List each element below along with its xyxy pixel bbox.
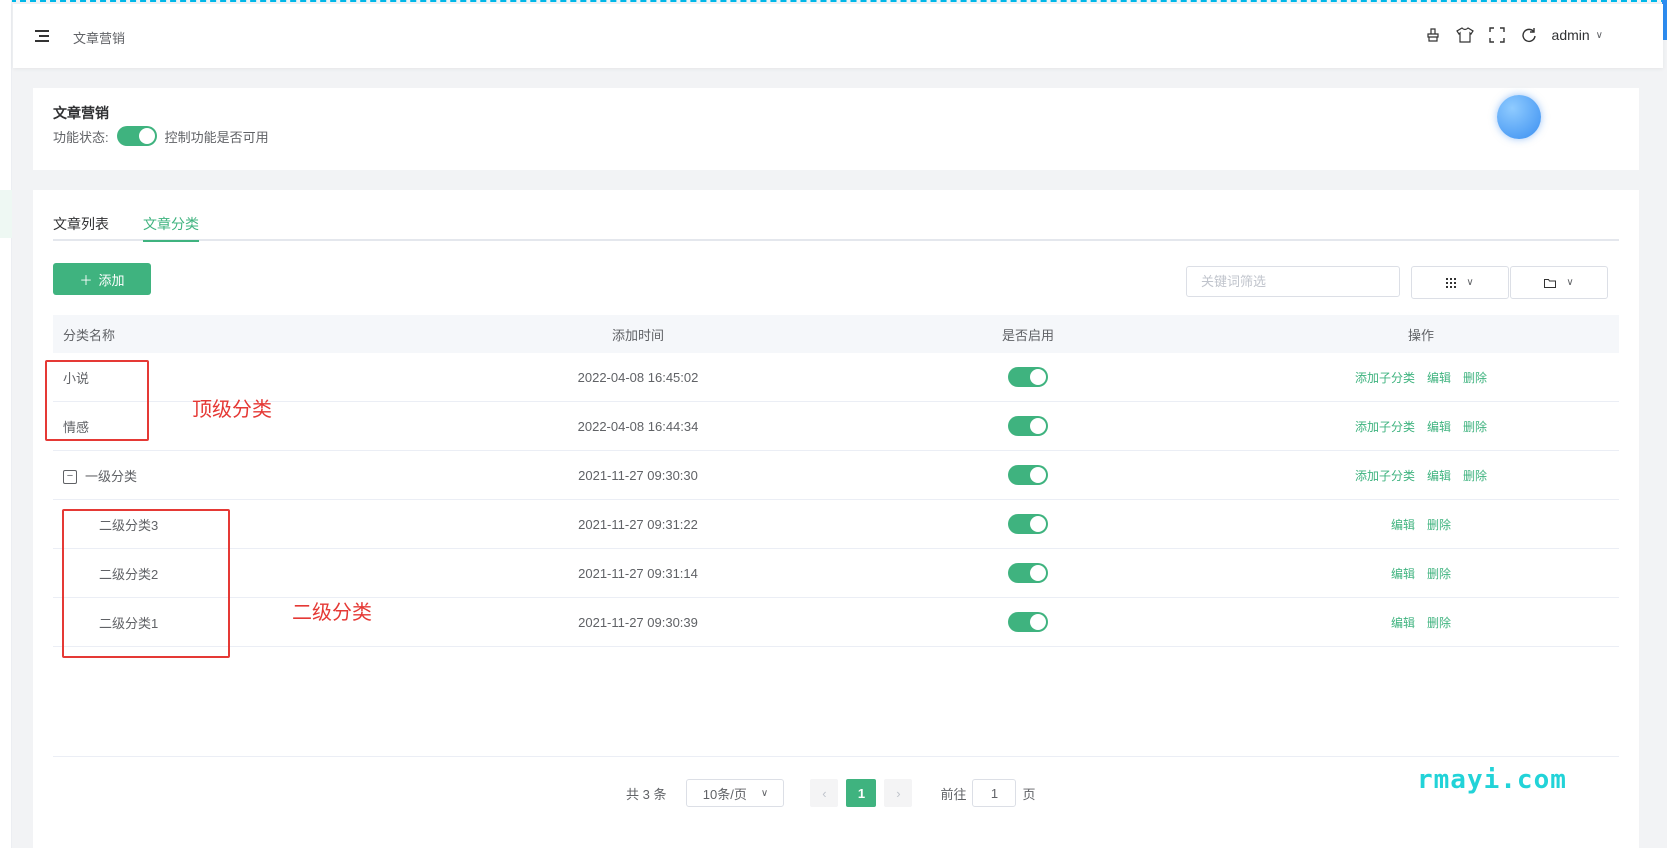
status-description: 控制功能是否可用 bbox=[164, 129, 269, 145]
created-time: 2021-11-27 09:31:22 bbox=[578, 516, 698, 532]
table-header: 分类名称 添加时间 是否启用 操作 bbox=[53, 315, 1619, 353]
created-time: 2021-11-27 09:31:14 bbox=[578, 565, 698, 581]
top-dashed-line bbox=[0, 0, 1667, 3]
delete-link[interactable]: 删除 bbox=[1463, 467, 1487, 484]
annotation-box-top-level bbox=[45, 360, 149, 441]
menu-toggle-icon[interactable] bbox=[35, 30, 49, 42]
table-bottom-divider bbox=[53, 756, 1619, 757]
created-time: 2021-11-27 09:30:39 bbox=[578, 614, 698, 630]
table-row: 小说 2022-04-08 16:45:02 添加子分类 编辑 删除 bbox=[53, 353, 1619, 402]
page-suffix: 页 bbox=[1022, 786, 1036, 802]
next-page-button[interactable]: › bbox=[884, 779, 913, 807]
user-menu[interactable]: admin ∨ bbox=[1552, 27, 1603, 43]
col-header-enabled: 是否启用 bbox=[1001, 327, 1054, 343]
table-row: 二级分类3 2021-11-27 09:31:22 编辑 删除 bbox=[53, 500, 1619, 549]
col-header-name: 分类名称 bbox=[63, 327, 116, 343]
keyword-search-input[interactable] bbox=[1186, 266, 1400, 297]
export-dropdown[interactable]: ∨ bbox=[1510, 266, 1608, 299]
category-table: 分类名称 添加时间 是否启用 操作 小说 2022-04-08 16:45:02… bbox=[53, 315, 1619, 647]
header-actions: admin ∨ bbox=[1424, 26, 1603, 44]
enable-switch[interactable] bbox=[1008, 514, 1048, 534]
feature-status-switch[interactable] bbox=[116, 126, 157, 146]
tab-article-list[interactable]: 文章列表 bbox=[53, 214, 109, 242]
feature-status-row: 功能状态: 控制功能是否可用 bbox=[53, 126, 269, 146]
table-row: 二级分类1 2021-11-27 09:30:39 编辑 删除 bbox=[53, 598, 1619, 647]
add-subcategory-link[interactable]: 添加子分类 bbox=[1355, 467, 1415, 484]
pagination: 共 3 条 10条/页 ∨ ‹ 1 › 前往 页 bbox=[626, 779, 1036, 807]
edit-link[interactable]: 编辑 bbox=[1427, 369, 1451, 386]
tab-bar: 文章列表 文章分类 bbox=[53, 214, 1619, 242]
column-settings-dropdown[interactable]: ∨ bbox=[1411, 266, 1509, 299]
edit-link[interactable]: 编辑 bbox=[1391, 565, 1415, 582]
brush-icon[interactable] bbox=[1424, 26, 1442, 44]
content-panel: 文章列表 文章分类 ＋ 添加 ∨ ∨ 分类名称 添加时间 是否启用 操作 小说 … bbox=[33, 190, 1639, 848]
status-label: 功能状态: bbox=[53, 129, 109, 145]
collapse-icon[interactable]: − bbox=[63, 470, 77, 485]
col-header-actions: 操作 bbox=[1407, 327, 1434, 343]
chevron-right-icon: › bbox=[896, 785, 901, 801]
goto-page-input[interactable] bbox=[972, 779, 1017, 807]
enable-switch[interactable] bbox=[1008, 416, 1048, 436]
sidebar-collapsed bbox=[0, 0, 12, 848]
category-name: 一级分类 bbox=[85, 468, 138, 484]
edit-link[interactable]: 编辑 bbox=[1391, 516, 1415, 533]
delete-link[interactable]: 删除 bbox=[1463, 369, 1487, 386]
user-name: admin bbox=[1551, 27, 1590, 43]
col-header-time: 添加时间 bbox=[611, 327, 664, 343]
enable-switch[interactable] bbox=[1008, 563, 1048, 583]
enable-switch[interactable] bbox=[1008, 612, 1048, 632]
add-subcategory-link[interactable]: 添加子分类 bbox=[1355, 369, 1415, 386]
delete-link[interactable]: 删除 bbox=[1427, 516, 1451, 533]
chevron-down-icon: ∨ bbox=[760, 787, 769, 799]
feature-title: 文章营销 bbox=[53, 105, 109, 121]
delete-link[interactable]: 删除 bbox=[1463, 418, 1487, 435]
page-size-select[interactable]: 10条/页 ∨ bbox=[686, 779, 785, 807]
globe-icon bbox=[1497, 95, 1541, 139]
tab-article-category[interactable]: 文章分类 bbox=[143, 214, 199, 242]
prev-page-button[interactable]: ‹ bbox=[810, 779, 839, 807]
annotation-box-second-level bbox=[62, 509, 230, 658]
goto-label: 前往 bbox=[940, 786, 967, 802]
created-time: 2022-04-08 16:45:02 bbox=[577, 369, 699, 385]
top-header: 文章营销 admin ∨ bbox=[13, 4, 1663, 68]
add-button-label: 添加 bbox=[98, 272, 125, 288]
chevron-down-icon: ∨ bbox=[1595, 29, 1603, 41]
edit-link[interactable]: 编辑 bbox=[1391, 614, 1415, 631]
edit-link[interactable]: 编辑 bbox=[1427, 467, 1451, 484]
fullscreen-icon[interactable] bbox=[1488, 26, 1506, 44]
created-time: 2021-11-27 09:30:30 bbox=[578, 467, 698, 483]
plus-icon: ＋ bbox=[79, 272, 93, 288]
grid-icon bbox=[1446, 275, 1457, 291]
breadcrumb: 文章营销 bbox=[73, 31, 126, 46]
annotation-second-level: 二级分类 bbox=[292, 602, 372, 624]
chevron-down-icon: ∨ bbox=[1566, 277, 1574, 288]
total-count: 共 3 条 bbox=[626, 786, 667, 802]
sidebar-active-marker bbox=[0, 190, 12, 238]
delete-link[interactable]: 删除 bbox=[1427, 565, 1451, 582]
feature-panel: 文章营销 功能状态: 控制功能是否可用 bbox=[33, 88, 1639, 170]
edit-link[interactable]: 编辑 bbox=[1427, 418, 1451, 435]
delete-link[interactable]: 删除 bbox=[1427, 614, 1451, 631]
table-row: 二级分类2 2021-11-27 09:31:14 编辑 删除 bbox=[53, 549, 1619, 598]
page-number-current[interactable]: 1 bbox=[846, 779, 877, 807]
folder-icon bbox=[1544, 275, 1557, 291]
table-row: − 一级分类 2021-11-27 09:30:30 添加子分类 编辑 删除 bbox=[53, 451, 1619, 500]
enable-switch[interactable] bbox=[1008, 465, 1048, 485]
chevron-down-icon: ∨ bbox=[1466, 277, 1474, 288]
chevron-left-icon: ‹ bbox=[822, 785, 827, 801]
refresh-icon[interactable] bbox=[1520, 26, 1538, 44]
created-time: 2022-04-08 16:44:34 bbox=[577, 418, 699, 434]
page-size-value: 10条/页 bbox=[702, 786, 747, 802]
annotation-top-level: 顶级分类 bbox=[192, 399, 272, 421]
enable-switch[interactable] bbox=[1008, 367, 1048, 387]
add-subcategory-link[interactable]: 添加子分类 bbox=[1355, 418, 1415, 435]
shirt-icon[interactable] bbox=[1455, 26, 1474, 44]
watermark: rmayi.com bbox=[1417, 765, 1567, 795]
table-row: 情感 2022-04-08 16:44:34 添加子分类 编辑 删除 bbox=[53, 402, 1619, 451]
add-button[interactable]: ＋ 添加 bbox=[53, 263, 151, 295]
